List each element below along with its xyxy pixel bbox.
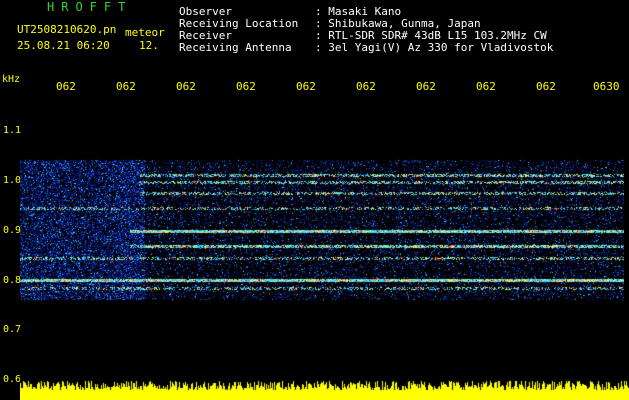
freq-tick: 0.7 [3, 324, 22, 335]
page-number: 12. [139, 39, 159, 52]
app-logo: HROFFT [47, 0, 133, 14]
time-tick: 062 [416, 80, 436, 93]
time-tick: 062 [296, 80, 316, 93]
freq-tick: 0.6 [3, 374, 22, 385]
signal-level-bars [20, 376, 629, 400]
freq-tick: 1.1 [3, 125, 22, 136]
time-tick: 062 [116, 80, 136, 93]
capture-datetime: 25.08.21 06:20 [17, 39, 110, 52]
freq-tick: 0.9 [3, 225, 22, 236]
freq-tick: 1.0 [3, 175, 22, 186]
time-tick: 062 [476, 80, 496, 93]
time-tick: 062 [56, 80, 76, 93]
antenna-value: : 3el Yagi(V) Az 330 for Vladivostok [315, 41, 554, 54]
antenna-label: Receiving Antenna [179, 41, 292, 54]
time-tick: 062 [236, 80, 256, 93]
spectrogram-display [20, 98, 624, 380]
time-tick: 0630 [593, 80, 620, 93]
freq-tick: 0.8 [3, 275, 22, 286]
file-name: UT2508210620.pn [17, 23, 117, 36]
time-tick: 062 [536, 80, 556, 93]
file-suffix: meteor [125, 26, 165, 39]
time-tick: 062 [356, 80, 376, 93]
time-tick: 062 [176, 80, 196, 93]
freq-unit-label: kHz [2, 74, 21, 85]
